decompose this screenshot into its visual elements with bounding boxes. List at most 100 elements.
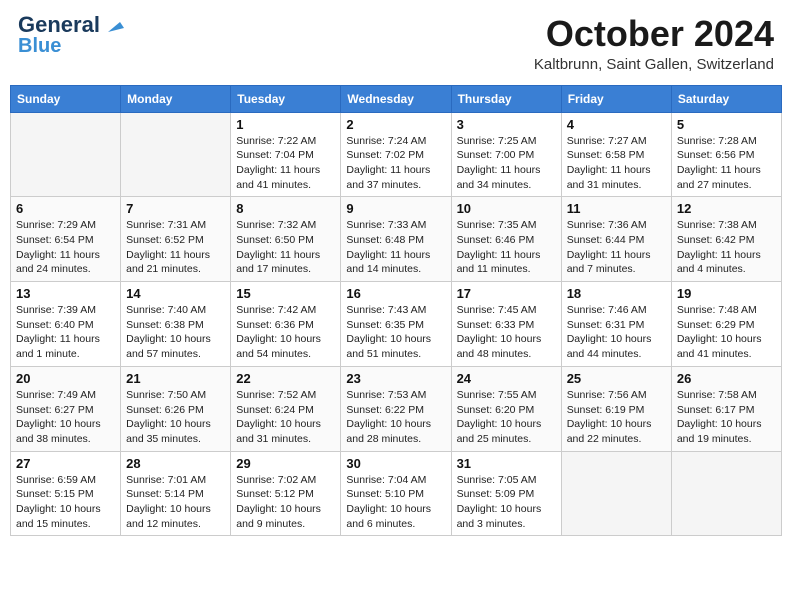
day-number: 12	[677, 201, 776, 216]
header-saturday: Saturday	[671, 85, 781, 112]
day-number: 29	[236, 456, 335, 471]
calendar-week-row: 13 Sunrise: 7:39 AMSunset: 6:40 PMDayligh…	[11, 282, 782, 367]
day-info: Sunrise: 7:58 AMSunset: 6:17 PMDaylight:…	[677, 388, 776, 447]
day-number: 7	[126, 201, 225, 216]
day-info: Sunrise: 7:45 AMSunset: 6:33 PMDaylight:…	[457, 303, 556, 362]
day-number: 23	[346, 371, 445, 386]
day-info: Sunrise: 7:42 AMSunset: 6:36 PMDaylight:…	[236, 303, 335, 362]
month-title: October 2024	[534, 14, 774, 54]
calendar-cell: 9 Sunrise: 7:33 AMSunset: 6:48 PMDaylight…	[341, 197, 451, 282]
day-info: Sunrise: 7:29 AMSunset: 6:54 PMDaylight:…	[16, 218, 115, 277]
calendar-cell	[671, 451, 781, 536]
calendar-cell: 24 Sunrise: 7:55 AMSunset: 6:20 PMDayligh…	[451, 366, 561, 451]
day-info: Sunrise: 7:27 AMSunset: 6:58 PMDaylight:…	[567, 134, 666, 193]
logo-text-general: General	[18, 14, 100, 36]
header-friday: Friday	[561, 85, 671, 112]
calendar-cell: 15 Sunrise: 7:42 AMSunset: 6:36 PMDayligh…	[231, 282, 341, 367]
calendar-cell: 10 Sunrise: 7:35 AMSunset: 6:46 PMDayligh…	[451, 197, 561, 282]
day-number: 8	[236, 201, 335, 216]
day-info: Sunrise: 7:38 AMSunset: 6:42 PMDaylight:…	[677, 218, 776, 277]
calendar-cell: 3 Sunrise: 7:25 AMSunset: 7:00 PMDaylight…	[451, 112, 561, 197]
header-monday: Monday	[121, 85, 231, 112]
day-number: 16	[346, 286, 445, 301]
day-info: Sunrise: 7:24 AMSunset: 7:02 PMDaylight:…	[346, 134, 445, 193]
calendar-cell: 1Sunrise: 7:22 AMSunset: 7:04 PMDaylight…	[231, 112, 341, 197]
calendar-cell: 11 Sunrise: 7:36 AMSunset: 6:44 PMDayligh…	[561, 197, 671, 282]
calendar-cell: 18 Sunrise: 7:46 AMSunset: 6:31 PMDayligh…	[561, 282, 671, 367]
calendar-cell: 7 Sunrise: 7:31 AMSunset: 6:52 PMDaylight…	[121, 197, 231, 282]
calendar-cell: 12 Sunrise: 7:38 AMSunset: 6:42 PMDayligh…	[671, 197, 781, 282]
calendar-week-row: 27 Sunrise: 6:59 AMSunset: 5:15 PMDayligh…	[11, 451, 782, 536]
day-number: 9	[346, 201, 445, 216]
day-info: Sunrise: 7:31 AMSunset: 6:52 PMDaylight:…	[126, 218, 225, 277]
day-number: 27	[16, 456, 115, 471]
day-info: Sunrise: 7:36 AMSunset: 6:44 PMDaylight:…	[567, 218, 666, 277]
calendar-cell: 19 Sunrise: 7:48 AMSunset: 6:29 PMDayligh…	[671, 282, 781, 367]
day-number: 17	[457, 286, 556, 301]
location-title: Kaltbrunn, Saint Gallen, Switzerland	[534, 56, 774, 73]
day-info: Sunrise: 7:56 AMSunset: 6:19 PMDaylight:…	[567, 388, 666, 447]
day-number: 22	[236, 371, 335, 386]
page-header: General Blue October 2024 Kaltbrunn, Sai…	[10, 10, 782, 77]
day-info: Sunrise: 7:25 AMSunset: 7:00 PMDaylight:…	[457, 134, 556, 193]
day-number: 21	[126, 371, 225, 386]
day-info: Sunrise: 7:04 AMSunset: 5:10 PMDaylight:…	[346, 473, 445, 532]
day-info: Sunrise: 7:32 AMSunset: 6:50 PMDaylight:…	[236, 218, 335, 277]
calendar-cell: 22 Sunrise: 7:52 AMSunset: 6:24 PMDayligh…	[231, 366, 341, 451]
day-info: Sunrise: 7:28 AMSunset: 6:56 PMDaylight:…	[677, 134, 776, 193]
calendar-cell: 20 Sunrise: 7:49 AMSunset: 6:27 PMDayligh…	[11, 366, 121, 451]
calendar-header-row: SundayMondayTuesdayWednesdayThursdayFrid…	[11, 85, 782, 112]
day-info: Sunrise: 6:59 AMSunset: 5:15 PMDaylight:…	[16, 473, 115, 532]
day-info: Sunrise: 7:49 AMSunset: 6:27 PMDaylight:…	[16, 388, 115, 447]
day-info: Sunrise: 7:48 AMSunset: 6:29 PMDaylight:…	[677, 303, 776, 362]
day-number: 19	[677, 286, 776, 301]
calendar-week-row: 1Sunrise: 7:22 AMSunset: 7:04 PMDaylight…	[11, 112, 782, 197]
calendar-cell: 5 Sunrise: 7:28 AMSunset: 6:56 PMDaylight…	[671, 112, 781, 197]
day-info: Sunrise: 7:55 AMSunset: 6:20 PMDaylight:…	[457, 388, 556, 447]
calendar-cell: 21 Sunrise: 7:50 AMSunset: 6:26 PMDayligh…	[121, 366, 231, 451]
calendar-cell: 30 Sunrise: 7:04 AMSunset: 5:10 PMDayligh…	[341, 451, 451, 536]
day-number: 10	[457, 201, 556, 216]
day-info: Sunrise: 7:33 AMSunset: 6:48 PMDaylight:…	[346, 218, 445, 277]
day-number: 30	[346, 456, 445, 471]
calendar-cell: 23Sunrise: 7:53 AMSunset: 6:22 PMDayligh…	[341, 366, 451, 451]
day-number: 28	[126, 456, 225, 471]
calendar-cell: 13 Sunrise: 7:39 AMSunset: 6:40 PMDayligh…	[11, 282, 121, 367]
day-info: Sunrise: 7:01 AMSunset: 5:14 PMDaylight:…	[126, 473, 225, 532]
day-info: Sunrise: 7:46 AMSunset: 6:31 PMDaylight:…	[567, 303, 666, 362]
calendar-cell: 16 Sunrise: 7:43 AMSunset: 6:35 PMDayligh…	[341, 282, 451, 367]
calendar-cell: 31Sunrise: 7:05 AMSunset: 5:09 PMDayligh…	[451, 451, 561, 536]
day-number: 6	[16, 201, 115, 216]
calendar-cell: 17 Sunrise: 7:45 AMSunset: 6:33 PMDayligh…	[451, 282, 561, 367]
day-info: Sunrise: 7:39 AMSunset: 6:40 PMDaylight:…	[16, 303, 115, 362]
calendar-cell: 25 Sunrise: 7:56 AMSunset: 6:19 PMDayligh…	[561, 366, 671, 451]
day-info: Sunrise: 7:02 AMSunset: 5:12 PMDaylight:…	[236, 473, 335, 532]
calendar-cell: 4Sunrise: 7:27 AMSunset: 6:58 PMDaylight…	[561, 112, 671, 197]
calendar-week-row: 20 Sunrise: 7:49 AMSunset: 6:27 PMDayligh…	[11, 366, 782, 451]
day-info: Sunrise: 7:43 AMSunset: 6:35 PMDaylight:…	[346, 303, 445, 362]
day-number: 13	[16, 286, 115, 301]
calendar-cell: 26Sunrise: 7:58 AMSunset: 6:17 PMDayligh…	[671, 366, 781, 451]
day-number: 3	[457, 117, 556, 132]
day-info: Sunrise: 7:35 AMSunset: 6:46 PMDaylight:…	[457, 218, 556, 277]
day-number: 14	[126, 286, 225, 301]
title-block: October 2024 Kaltbrunn, Saint Gallen, Sw…	[534, 14, 774, 73]
day-number: 25	[567, 371, 666, 386]
calendar-table: SundayMondayTuesdayWednesdayThursdayFrid…	[10, 85, 782, 537]
day-number: 18	[567, 286, 666, 301]
day-number: 20	[16, 371, 115, 386]
calendar-cell: 14Sunrise: 7:40 AMSunset: 6:38 PMDayligh…	[121, 282, 231, 367]
day-info: Sunrise: 7:52 AMSunset: 6:24 PMDaylight:…	[236, 388, 335, 447]
day-number: 5	[677, 117, 776, 132]
calendar-cell	[121, 112, 231, 197]
day-number: 24	[457, 371, 556, 386]
day-number: 11	[567, 201, 666, 216]
calendar-cell: 8 Sunrise: 7:32 AMSunset: 6:50 PMDaylight…	[231, 197, 341, 282]
day-number: 31	[457, 456, 556, 471]
day-number: 2	[346, 117, 445, 132]
day-number: 15	[236, 286, 335, 301]
calendar-cell	[11, 112, 121, 197]
day-info: Sunrise: 7:50 AMSunset: 6:26 PMDaylight:…	[126, 388, 225, 447]
logo-bird-icon	[102, 14, 124, 36]
calendar-week-row: 6 Sunrise: 7:29 AMSunset: 6:54 PMDaylight…	[11, 197, 782, 282]
